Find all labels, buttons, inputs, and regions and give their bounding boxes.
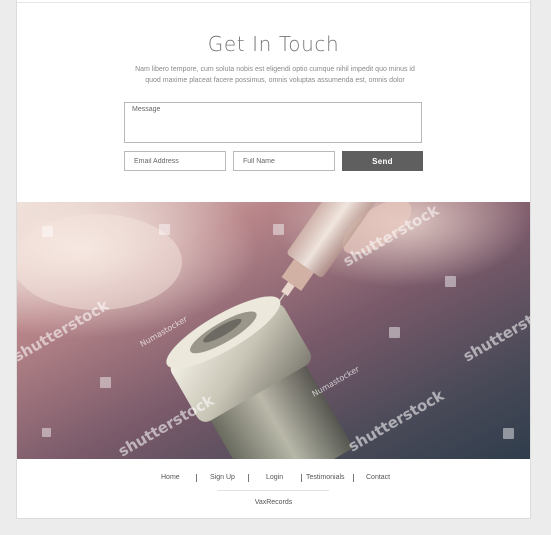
page-container: Get In Touch Nam libero tempore, cum sol…	[16, 0, 531, 519]
footer-link-login[interactable]: Login	[266, 474, 283, 481]
contact-subtitle-line1: Nam libero tempore, cum soluta nobis est…	[135, 66, 415, 73]
footer-link-contact[interactable]: Contact	[366, 474, 390, 481]
top-divider	[17, 2, 530, 3]
contact-subtitle: Nam libero tempore, cum soluta nobis est…	[117, 64, 433, 86]
hero-image-vaccine-vial: shutterstock shutterstock shutterstock s…	[17, 202, 530, 459]
footer-separator	[353, 474, 354, 482]
message-textarea[interactable]	[124, 102, 422, 143]
full-name-field[interactable]	[233, 151, 335, 171]
footer-link-home[interactable]: Home	[161, 474, 180, 481]
footer-link-signup[interactable]: Sign Up	[210, 474, 235, 481]
contact-title: Get In Touch	[207, 32, 340, 56]
send-button[interactable]: Send	[342, 151, 423, 171]
footer-separator	[248, 474, 249, 482]
contact-subtitle-line2: quod maxime placeat facere possimus, omn…	[145, 77, 405, 84]
footer-link-testimonials[interactable]: Testimonials	[306, 474, 345, 481]
footer-brand: VaxRecords	[254, 499, 293, 506]
footer-divider	[217, 490, 329, 491]
footer-separator	[196, 474, 197, 482]
footer-separator	[301, 474, 302, 482]
footer-nav: Home Sign Up Login Testimonials Contact	[17, 474, 530, 486]
email-field[interactable]	[124, 151, 226, 171]
